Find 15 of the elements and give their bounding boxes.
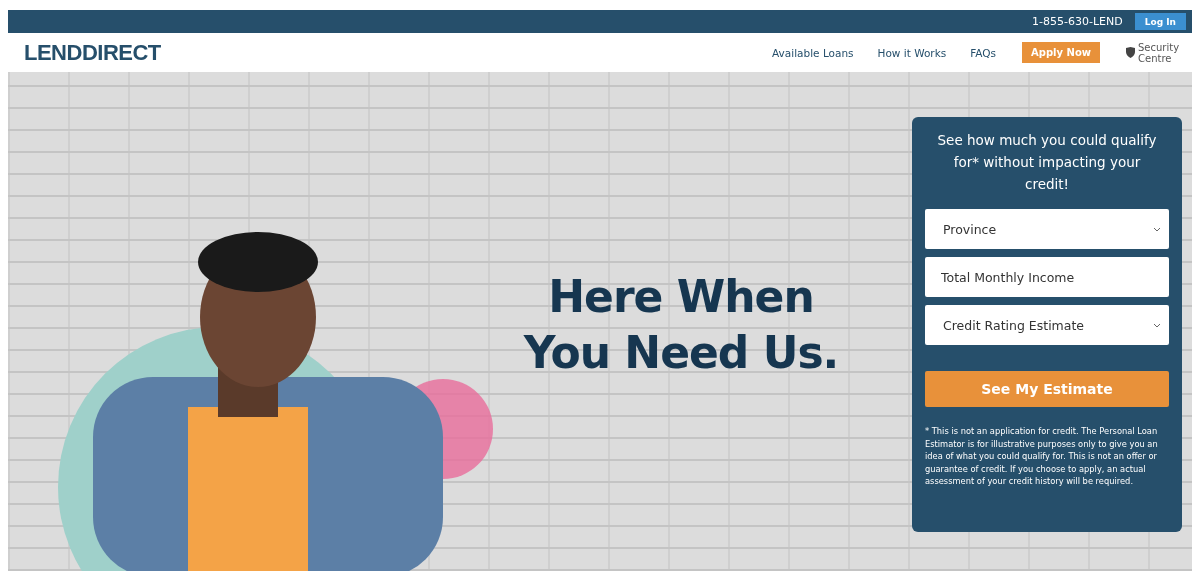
nav-link[interactable]: How it Works (877, 46, 947, 59)
form-title: See how much you could qualify for* without impacting your credit! (936, 131, 1158, 194)
shield-icon (1126, 47, 1135, 58)
dropdown-field[interactable]: Credit Rating Estimate (925, 305, 1169, 345)
dropdown-field[interactable]: Province (925, 209, 1169, 249)
disclaimer-text: * This is not an application for credit. The Personal Loan Estimator is for illustrative purposes only to give you an idea of what you could qualify for. This is not an offer or guarantee of credit. If you choose to apply, an actual assessment of your credit history will be required. (925, 425, 1159, 488)
input-field[interactable]: Total Monthly Income (925, 257, 1169, 297)
nav-link[interactable]: FAQs (970, 46, 997, 59)
chevron-down-icon (1153, 226, 1161, 232)
phone-number: 1-855-630-LEND (1032, 15, 1123, 28)
security-centre-link[interactable]: Security Centre (1138, 41, 1182, 64)
nav-link[interactable]: Available Loans (772, 46, 854, 59)
lenddirect-logo[interactable]: LENDDIRECT (24, 39, 161, 66)
chevron-down-icon (1153, 322, 1161, 328)
hero-headline: Here When You Need Us. (522, 270, 840, 380)
